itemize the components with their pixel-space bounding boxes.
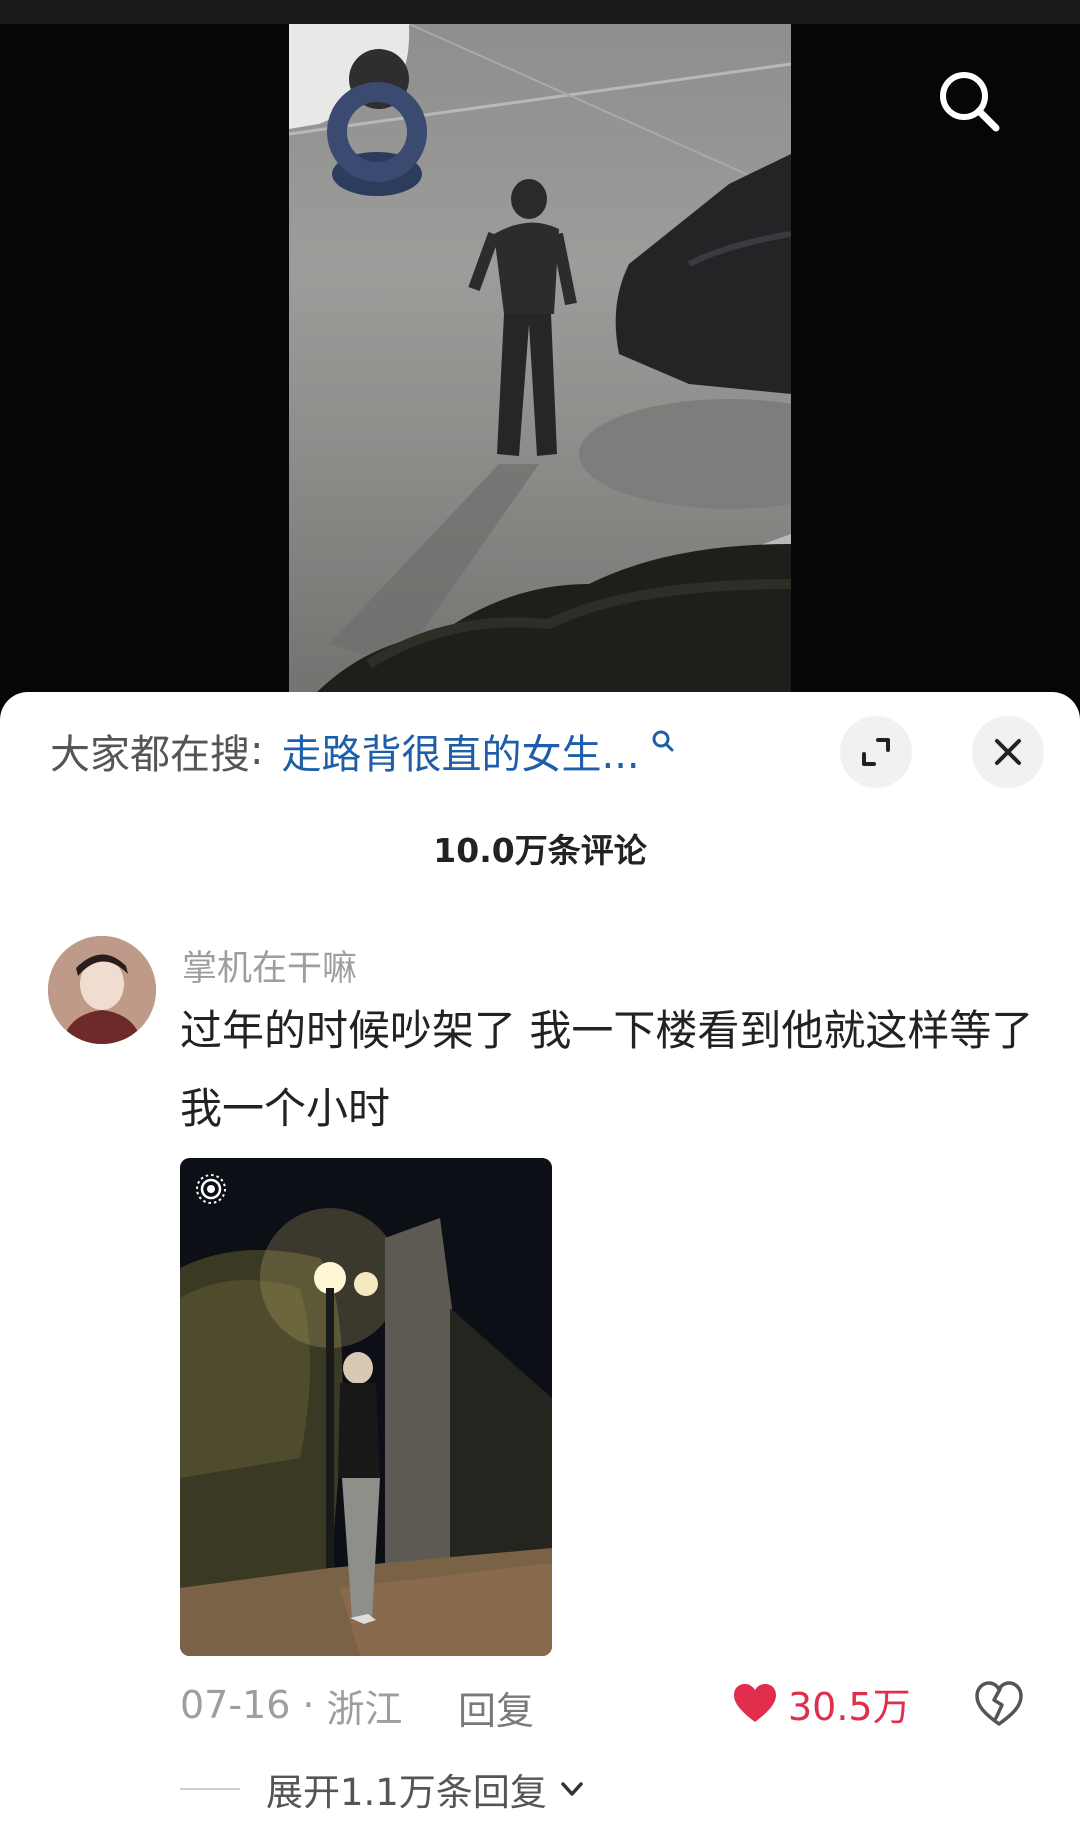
- video-scene: [289, 24, 791, 724]
- video-player[interactable]: [0, 24, 1080, 724]
- comment-username[interactable]: 掌机在干嘛: [182, 940, 357, 991]
- like-count: 30.5万: [788, 1684, 911, 1729]
- heart-icon: [734, 1684, 776, 1722]
- chevron-down-icon: [561, 1782, 583, 1796]
- screen: 大家都在搜 : 走路背很直的女生... 10.0万条评论 掌机在干嘛 过年的时候…: [0, 0, 1080, 1821]
- comment-sheet: 大家都在搜 : 走路背很直的女生... 10.0万条评论 掌机在干嘛 过年的时候…: [0, 692, 1080, 1821]
- comment-image[interactable]: [180, 1158, 552, 1656]
- comment-photo: [180, 1158, 552, 1656]
- dislike-button[interactable]: [972, 1676, 1026, 1730]
- expand-button[interactable]: [840, 716, 912, 788]
- like-button[interactable]: 30.5万: [732, 1678, 911, 1729]
- comment-text: 过年的时候吵架了 我一下楼看到他就这样等了我一个小时: [180, 1006, 1034, 1133]
- expand-replies-button[interactable]: 展开1.1万条回复: [180, 1764, 587, 1814]
- trending-search-prefix: 大家都在搜: [50, 732, 250, 778]
- comment-location: 浙江: [326, 1686, 403, 1731]
- divider-line: [180, 1788, 240, 1790]
- close-button[interactable]: [972, 716, 1044, 788]
- reply-button[interactable]: 回复: [458, 1680, 534, 1735]
- close-icon: [995, 739, 1021, 765]
- comment-date: 07-16: [180, 1683, 291, 1727]
- trending-search-colon: :: [250, 728, 264, 774]
- search-icon: [940, 72, 1000, 132]
- search-button[interactable]: [932, 64, 1008, 140]
- avatar-image: [48, 936, 156, 1044]
- status-bar: [0, 0, 1080, 24]
- expand-replies-label: 展开1.1万条回复: [266, 1771, 547, 1814]
- expand-icon: [862, 738, 890, 766]
- video-frame: [289, 24, 791, 724]
- meta-separator: ·: [302, 1683, 315, 1727]
- avatar[interactable]: [48, 936, 156, 1044]
- comment-count: 10.0万条评论: [433, 831, 647, 870]
- comment-meta: 07-16 · 浙江: [180, 1680, 403, 1731]
- trending-search[interactable]: 大家都在搜 : 走路背很直的女生...: [50, 726, 676, 778]
- search-icon: [652, 730, 674, 752]
- trending-search-query[interactable]: 走路背很直的女生...: [281, 722, 639, 780]
- live-photo-icon: [196, 1174, 226, 1204]
- broken-heart-icon: [975, 1681, 1023, 1726]
